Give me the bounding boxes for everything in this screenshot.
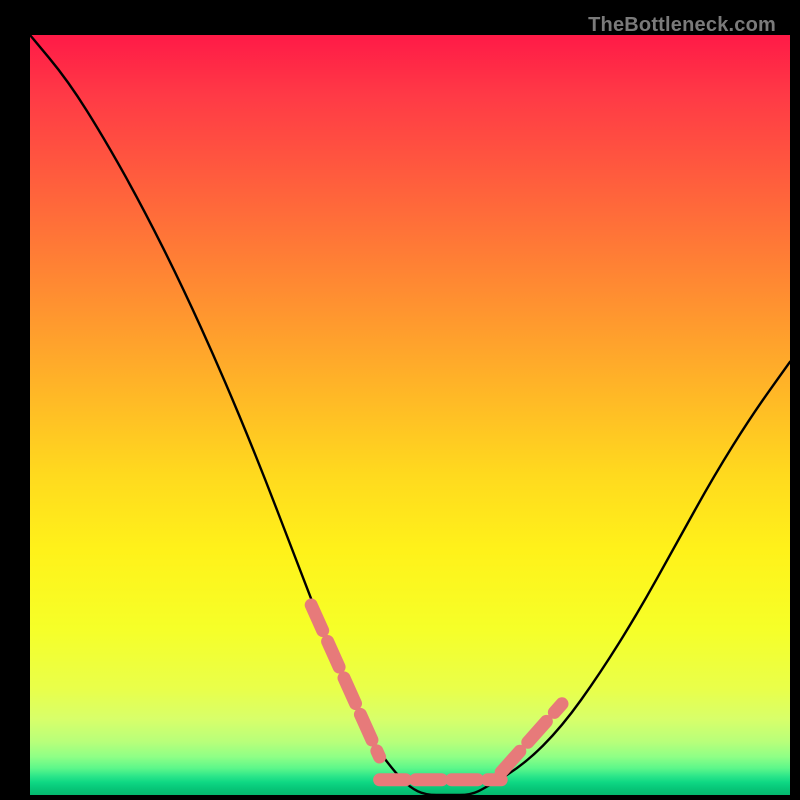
plot-area (30, 35, 790, 795)
curve-svg (30, 35, 790, 795)
watermark-text: TheBottleneck.com (588, 14, 776, 37)
highlight-left (311, 605, 379, 757)
bottleneck-curve (30, 35, 790, 795)
highlight-right (501, 704, 562, 772)
chart-frame: TheBottleneck.com (10, 10, 790, 790)
